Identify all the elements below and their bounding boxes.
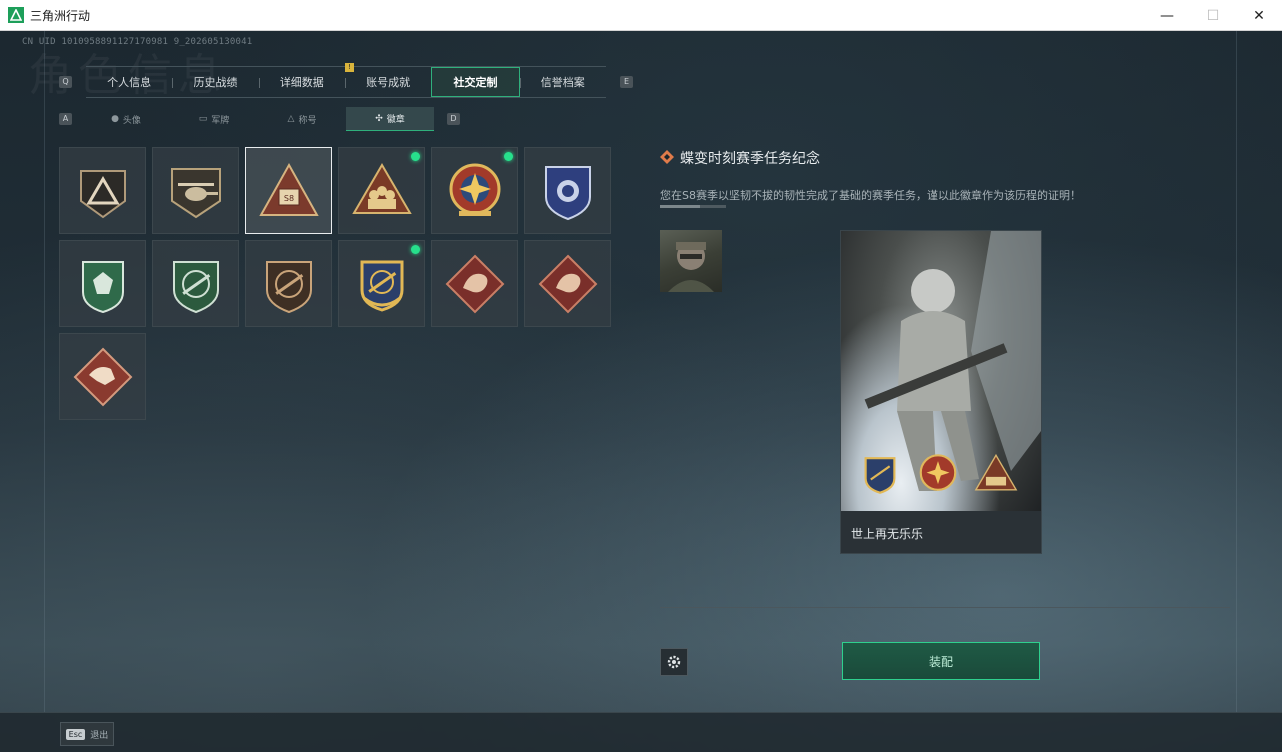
badge-slot[interactable] xyxy=(59,147,146,234)
badge-slot[interactable] xyxy=(152,240,239,327)
tab-history[interactable]: 历史战绩 xyxy=(172,67,258,97)
subtab-label: 称号 xyxy=(298,115,317,126)
panel-divider xyxy=(660,607,1230,608)
main-tab-next-key[interactable]: E xyxy=(620,76,633,88)
bottom-bar: Esc 退出 xyxy=(0,712,1282,752)
green-gem-shield-badge-icon xyxy=(81,260,124,313)
tab-detailed-data[interactable]: 详细数据 xyxy=(258,67,345,97)
soldier-portrait xyxy=(668,242,714,292)
title-icon: △ xyxy=(287,114,295,124)
tab-social-custom[interactable]: 社交定制 xyxy=(431,67,520,97)
tab-reputation[interactable]: 信誉档案 xyxy=(519,67,606,97)
badge-slot[interactable]: S8 xyxy=(245,147,332,234)
badge-slot[interactable] xyxy=(431,240,518,327)
exit-label: 退出 xyxy=(90,730,109,741)
player-card: 世上再无乐乐 xyxy=(840,230,1042,554)
blue-shield-badge-icon xyxy=(544,165,591,220)
tab-achievements[interactable]: ! 账号成就 xyxy=(344,63,431,97)
frame-line xyxy=(44,31,45,712)
star-compass-badge-icon xyxy=(919,454,957,491)
game-viewport: 角色信息 CN UID 1010958891127170981 9_202605… xyxy=(0,31,1282,752)
squad-triangle-badge-icon xyxy=(974,453,1018,491)
runner-badge-icon xyxy=(73,347,132,406)
s8-season-badge-icon: S8 xyxy=(258,162,319,216)
triangle-emblem-badge-icon xyxy=(79,169,126,218)
close-button[interactable]: ✕ xyxy=(1236,0,1282,31)
star-compass-badge-icon xyxy=(449,163,500,216)
new-indicator xyxy=(504,152,513,161)
svg-text:S8: S8 xyxy=(283,194,293,203)
helicopter-badge-icon xyxy=(170,167,221,218)
badge-slot[interactable] xyxy=(524,240,611,327)
sub-tab-next-key[interactable]: D xyxy=(447,113,460,125)
badge-slot[interactable] xyxy=(524,147,611,234)
sub-tab-bar: ● 头像 ▭ 军牌 △ 称号 ✣ 徽章 xyxy=(82,107,440,131)
window-titlebar: 三角洲行动 — ☐ ✕ xyxy=(0,0,1282,31)
gear-icon xyxy=(667,655,681,669)
tab-label: 信誉档案 xyxy=(540,76,585,89)
dogtag-icon: ▭ xyxy=(198,114,208,124)
frame-line xyxy=(1236,31,1237,712)
tab-label: 账号成就 xyxy=(366,76,411,89)
notification-badge: ! xyxy=(344,63,354,72)
subtab-label: 头像 xyxy=(122,115,141,126)
badge-grid: S8 xyxy=(59,147,611,420)
player-avatar[interactable] xyxy=(660,230,722,292)
subtab-dogtag[interactable]: ▭ 军牌 xyxy=(170,107,258,131)
badge-slot[interactable] xyxy=(338,147,425,234)
badge-slot[interactable] xyxy=(245,240,332,327)
settings-button[interactable] xyxy=(660,648,688,676)
tab-label: 历史战绩 xyxy=(193,76,238,89)
subtab-label: 军牌 xyxy=(211,115,230,126)
esc-key-hint: Esc xyxy=(65,728,86,740)
badge-title: 蝶变时刻赛季任务纪念 xyxy=(680,151,820,167)
subtab-avatar[interactable]: ● 头像 xyxy=(82,107,170,131)
main-tab-bar: 个人信息 历史战绩 详细数据 ! 账号成就 社交定制 信誉档案 xyxy=(86,63,606,98)
person-icon: ● xyxy=(111,114,119,124)
subtab-label: 徽章 xyxy=(386,115,405,125)
badge-slot[interactable] xyxy=(431,147,518,234)
tab-label: 个人信息 xyxy=(107,76,152,89)
diamond-icon xyxy=(660,150,674,164)
tab-label: 详细数据 xyxy=(279,76,324,89)
subtab-badge[interactable]: ✣ 徽章 xyxy=(346,107,434,131)
exit-button[interactable]: Esc 退出 xyxy=(60,722,114,746)
window-title: 三角洲行动 xyxy=(30,8,91,23)
card-badge-row xyxy=(857,451,1019,497)
tab-label: 社交定制 xyxy=(453,76,498,89)
gold-rifle-shield-badge-icon xyxy=(360,260,403,312)
new-indicator xyxy=(411,152,420,161)
green-rifle-badge-icon xyxy=(172,260,219,313)
badge-slot[interactable] xyxy=(59,240,146,327)
new-indicator xyxy=(411,245,420,254)
badge-slot[interactable] xyxy=(59,333,146,420)
player-name: 世上再无乐乐 xyxy=(851,527,924,541)
badge-slot[interactable] xyxy=(152,147,239,234)
badge-description: 您在S8赛季以坚韧不拔的韧性完成了基础的赛季任务，谨以此徽章作为该历程的证明！ xyxy=(660,189,1081,202)
minimize-button[interactable]: — xyxy=(1144,0,1190,31)
description-progress xyxy=(660,205,726,208)
squad-triangle-badge-icon xyxy=(351,162,412,214)
equip-button[interactable]: 装配 xyxy=(842,642,1040,680)
badge-slot[interactable] xyxy=(338,240,425,327)
red-dragon-badge-2-icon xyxy=(538,254,597,313)
gold-rifle-shield-badge-icon xyxy=(864,457,896,494)
sub-tab-prev-key[interactable]: A xyxy=(59,113,72,125)
red-dragon-badge-1-icon xyxy=(445,254,504,313)
card-artwork xyxy=(841,231,1041,511)
uid-label: CN UID 1010958891127170981 9_20260513004… xyxy=(22,37,253,47)
maximize-button[interactable]: ☐ xyxy=(1190,0,1236,31)
main-tab-prev-key[interactable]: Q xyxy=(59,76,72,88)
subtab-title[interactable]: △ 称号 xyxy=(258,107,346,131)
tab-personal-info[interactable]: 个人信息 xyxy=(86,67,172,97)
app-logo-icon xyxy=(8,7,24,23)
bronze-rifle-badge-icon xyxy=(265,260,312,313)
badge-icon: ✣ xyxy=(375,113,383,124)
